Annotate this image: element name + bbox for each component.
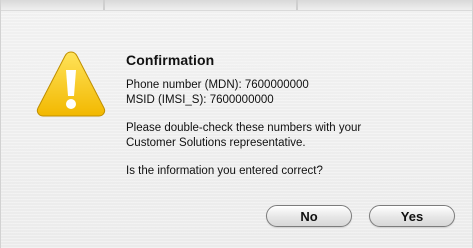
dialog-title: Confirmation — [126, 52, 215, 68]
sheet-fold-mark — [103, 0, 105, 10]
instruction-line-2: Customer Solutions representative. — [126, 137, 306, 149]
dialog-top-edge — [1, 0, 472, 11]
confirmation-question: Is the information you entered correct? — [126, 165, 323, 177]
sheet-fold-mark — [296, 0, 298, 10]
warning-icon — [35, 48, 107, 120]
no-button[interactable]: No — [266, 205, 352, 227]
yes-button[interactable]: Yes — [369, 205, 455, 227]
msid-text: MSID (IMSI_S): 7600000000 — [126, 94, 274, 106]
instruction-line-1: Please double-check these numbers with y… — [126, 122, 362, 134]
phone-number-text: Phone number (MDN): 7600000000 — [126, 79, 309, 91]
confirmation-dialog: Confirmation Phone number (MDN): 7600000… — [0, 0, 473, 248]
dialog-message: Confirmation Phone number (MDN): 7600000… — [126, 52, 456, 179]
instruction-text: Please double-check these numbers with y… — [126, 121, 456, 151]
